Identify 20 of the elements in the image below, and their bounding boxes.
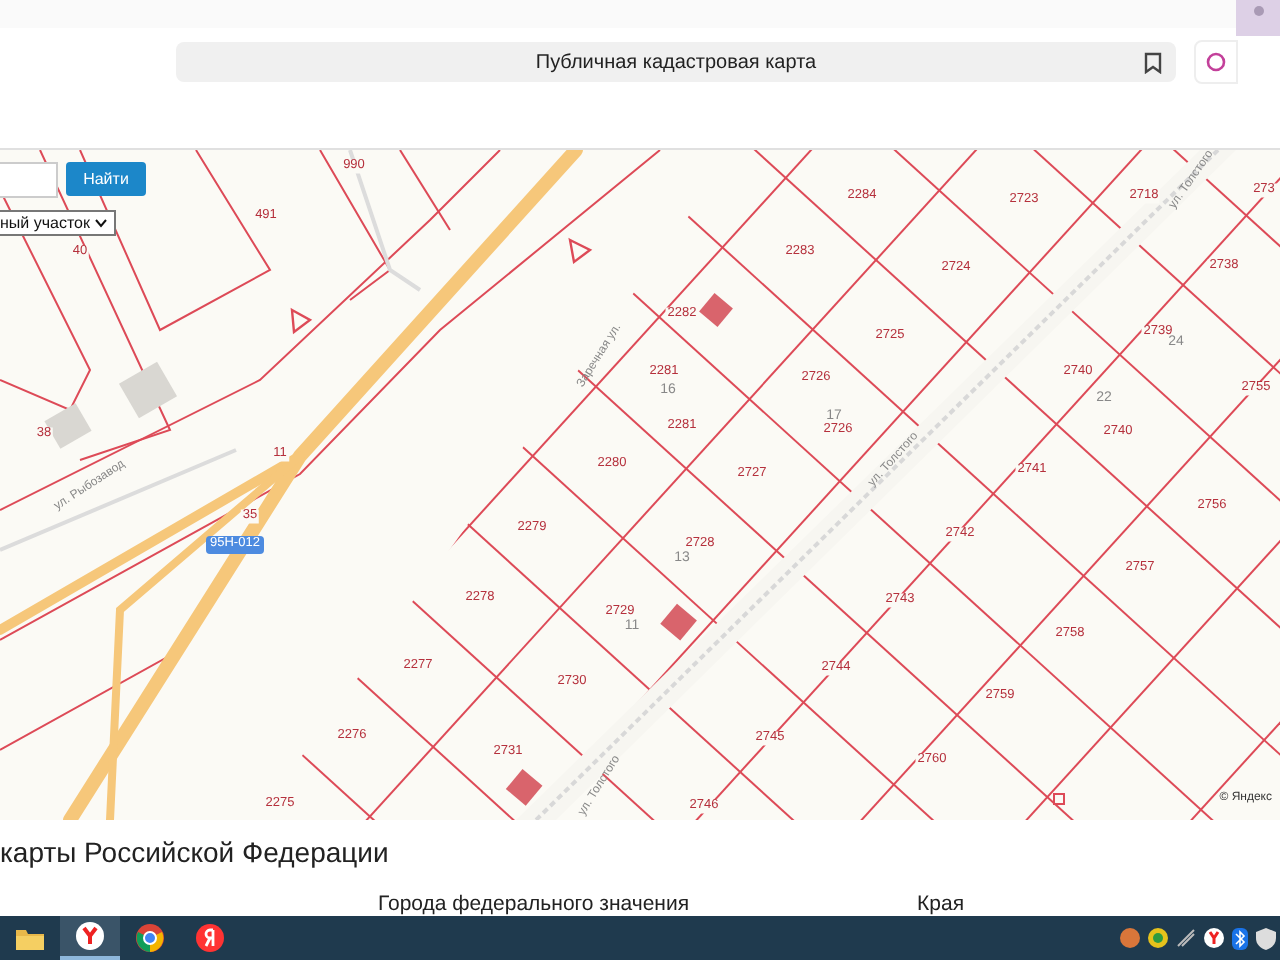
taskbar-app-button[interactable]	[60, 916, 120, 960]
y-letter-icon	[196, 924, 224, 952]
y-letter-icon	[76, 922, 104, 950]
folder-icon	[16, 927, 44, 949]
ring-icon	[1206, 52, 1226, 72]
search-button[interactable]: Найти	[66, 162, 146, 196]
y-letter-icon[interactable]	[1204, 928, 1224, 948]
address-bar[interactable]: Публичная кадастровая карта	[176, 42, 1176, 82]
tray-app-icon[interactable]	[1176, 928, 1196, 948]
bluetooth-icon[interactable]	[1232, 927, 1248, 949]
object-type-select[interactable]: ный участок	[0, 210, 117, 236]
bookmark-icon[interactable]	[1144, 51, 1162, 73]
column-heading: Края	[917, 892, 965, 916]
extension-button[interactable]	[1194, 40, 1238, 84]
section-heading: карты Российской Федерации	[0, 836, 391, 868]
caret-icon	[94, 218, 109, 228]
search-field[interactable]	[0, 162, 58, 198]
chrome-icon	[136, 924, 164, 952]
shield-icon[interactable]	[1256, 927, 1276, 949]
column-heading: Города федерального значения	[378, 892, 690, 916]
